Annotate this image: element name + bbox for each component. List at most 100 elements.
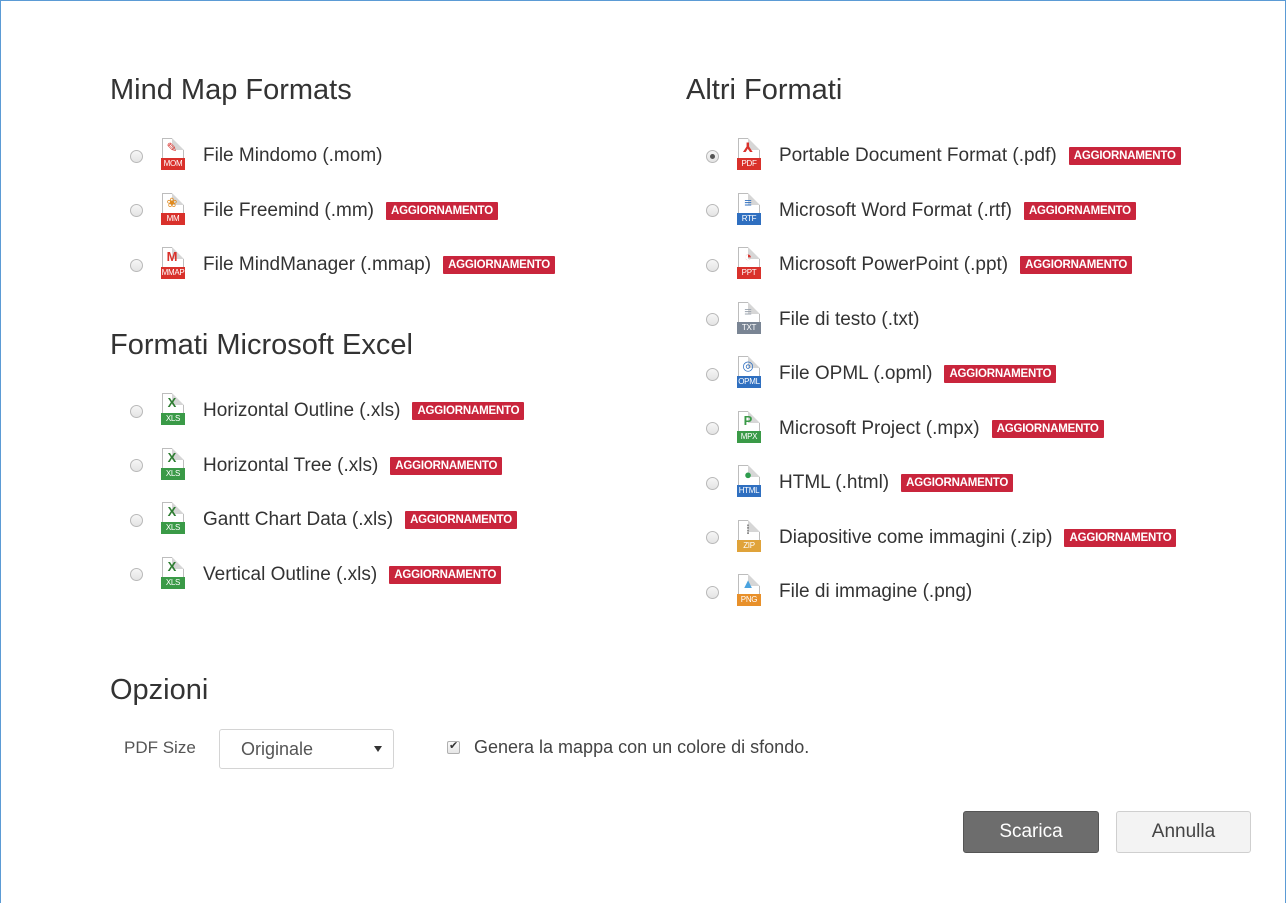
background-color-label: Genera la mappa con un colore di sfondo. <box>474 737 810 757</box>
xls-file-icon: X XLS <box>161 556 185 593</box>
format-label: Horizontal Tree (.xls) <box>203 454 379 476</box>
format-radio[interactable] <box>706 422 719 435</box>
format-label: Horizontal Outline (.xls) <box>203 400 401 421</box>
format-option[interactable]: X XLS Vertical Outline (.xls) AGGIORNAMENTO <box>130 555 502 595</box>
upgrade-badge[interactable]: AGGIORNAMENTO <box>386 201 498 220</box>
upgrade-badge[interactable]: AGGIORNAMENTO <box>991 419 1104 438</box>
format-radio[interactable] <box>130 149 143 163</box>
file-type-tag: PNG <box>737 594 761 606</box>
format-label: File OPML (.opml) <box>779 363 933 384</box>
format-option[interactable]: ◎ OPML File OPML (.opml) AGGIORNAMENTO <box>706 354 1057 394</box>
upgrade-badge[interactable]: AGGIORNAMENTO <box>901 474 1014 492</box>
format-option[interactable]: ● HTML HTML (.html) AGGIORNAMENTO <box>706 463 1014 503</box>
file-type-tag: RTF <box>737 212 761 225</box>
pdf-file-icon: ⅄ PDF <box>737 138 761 174</box>
file-type-tag: OPML <box>737 376 761 388</box>
cancel-button[interactable]: Annulla <box>1116 811 1251 853</box>
file-type-tag: ZIP <box>737 539 761 552</box>
format-option[interactable]: ◔ PPT Microsoft PowerPoint (.ppt) AGGIORNAM… <box>706 245 1133 285</box>
format-label: Gantt Chart Data (.xls) <box>203 509 394 530</box>
rtf-file-icon: ≡ RTF <box>737 192 761 229</box>
format-radio[interactable] <box>706 258 719 272</box>
opml-file-icon: ◎ OPML <box>737 356 761 388</box>
upgrade-badge[interactable]: AGGIORNAMENTO <box>1068 147 1181 165</box>
options-title: Opzioni <box>110 674 209 706</box>
format-option[interactable]: M MMAP File MindManager (.mmap) AGGIORNAMEN… <box>130 245 556 285</box>
zip-file-icon: ⁞ ZIP <box>737 519 761 556</box>
format-option[interactable]: ▲ PNG File di immagine (.png) <box>706 572 972 612</box>
xls-file-icon: X XLS <box>161 447 185 484</box>
upgrade-badge[interactable]: AGGIORNAMENTO <box>1064 528 1177 547</box>
file-type-tag: PDF <box>737 158 761 170</box>
format-radio[interactable] <box>130 258 143 272</box>
xls-file-icon: X XLS <box>161 393 185 429</box>
format-radio[interactable] <box>706 204 719 217</box>
file-type-tag: XLS <box>161 413 185 425</box>
format-option[interactable]: X XLS Gantt Chart Data (.xls) AGGIORNAMENTO <box>130 500 518 540</box>
format-label: File Mindomo (.mom) <box>203 145 383 166</box>
format-option[interactable]: ≡ RTF Microsoft Word Format (.rtf) AGGIORNA… <box>706 191 1136 231</box>
upgrade-badge[interactable]: AGGIORNAMENTO <box>390 456 503 475</box>
mindmanager-file-icon: M MMAP <box>161 247 185 279</box>
upgrade-badge[interactable]: AGGIORNAMENTO <box>944 365 1057 383</box>
format-option[interactable]: P MPX Microsoft Project (.mpx) AGGIORNAMENT… <box>706 409 1104 449</box>
file-type-tag: MOM <box>161 158 185 170</box>
upgrade-badge[interactable]: AGGIORNAMENTO <box>443 256 556 274</box>
format-label: Diapositive come immagini (.zip) <box>779 526 1053 548</box>
format-label: Microsoft PowerPoint (.ppt) <box>779 254 1009 275</box>
format-radio[interactable] <box>706 476 719 490</box>
format-option[interactable]: ⅄ PDF Portable Document Format (.pdf) AGGIO… <box>706 136 1181 176</box>
chevron-down-icon <box>374 746 382 752</box>
upgrade-badge[interactable]: AGGIORNAMENTO <box>405 511 518 529</box>
upgrade-badge[interactable]: AGGIORNAMENTO <box>412 402 525 420</box>
format-option[interactable]: ❀ MM File Freemind (.mm) AGGIORNAMENTO <box>130 191 498 231</box>
format-radio[interactable] <box>706 531 719 544</box>
format-label: Portable Document Format (.pdf) <box>779 145 1057 166</box>
format-radio[interactable] <box>130 513 143 527</box>
format-option[interactable]: ≡ TXT File di testo (.txt) <box>706 300 919 340</box>
format-radio[interactable] <box>706 313 719 326</box>
file-type-tag: HTML <box>737 485 761 497</box>
other-formats-title: Altri Formati <box>686 74 843 106</box>
xls-file-icon: X XLS <box>161 502 185 538</box>
format-label: File di testo (.txt) <box>779 308 920 330</box>
format-radio[interactable] <box>706 585 719 599</box>
mind-map-formats-title: Mind Map Formats <box>110 74 352 106</box>
file-type-tag: MM <box>161 212 185 225</box>
format-label: HTML (.html) <box>779 472 890 493</box>
format-option[interactable]: X XLS Horizontal Outline (.xls) AGGIORNAMEN… <box>130 391 525 431</box>
pdf-size-label: PDF Size <box>124 738 196 757</box>
pdf-size-value: Originale <box>241 738 314 759</box>
format-label: File di immagine (.png) <box>779 581 973 602</box>
download-button[interactable]: Scarica <box>963 811 1099 853</box>
background-color-option[interactable]: Genera la mappa con un colore di sfondo. <box>447 737 809 758</box>
freemind-file-icon: ❀ MM <box>161 192 185 229</box>
format-radio[interactable] <box>130 459 143 472</box>
format-radio[interactable] <box>130 204 143 217</box>
format-radio[interactable] <box>706 367 719 381</box>
background-color-checkbox[interactable] <box>447 739 460 754</box>
png-file-icon: ▲ PNG <box>737 574 761 610</box>
format-option[interactable]: ✎ MOM File Mindomo (.mom) <box>130 136 382 176</box>
format-label: Microsoft Project (.mpx) <box>779 417 980 439</box>
mom-file-icon: ✎ MOM <box>161 138 185 174</box>
excel-formats-title: Formati Microsoft Excel <box>110 329 413 361</box>
format-option[interactable]: ⁞ ZIP Diapositive come immagini (.zip) AGGI… <box>706 518 1177 558</box>
upgrade-badge[interactable]: AGGIORNAMENTO <box>389 565 502 584</box>
format-label: Vertical Outline (.xls) <box>203 563 378 585</box>
file-type-tag: TXT <box>737 321 761 334</box>
pdf-size-select[interactable]: Originale <box>219 729 394 769</box>
format-option[interactable]: X XLS Horizontal Tree (.xls) AGGIORNAMENTO <box>130 446 503 486</box>
file-type-tag: XLS <box>161 467 185 480</box>
format-label: File Freemind (.mm) <box>203 199 375 221</box>
format-radio[interactable] <box>130 404 143 418</box>
upgrade-badge[interactable]: AGGIORNAMENTO <box>1023 201 1136 220</box>
file-type-tag: MPX <box>737 430 761 443</box>
file-type-tag: XLS <box>161 522 185 534</box>
file-type-tag: PPT <box>737 267 761 279</box>
file-type-tag: XLS <box>161 576 185 589</box>
format-radio[interactable] <box>130 568 143 581</box>
txt-file-icon: ≡ TXT <box>737 301 761 338</box>
format-radio[interactable] <box>706 149 719 163</box>
upgrade-badge[interactable]: AGGIORNAMENTO <box>1020 256 1133 274</box>
